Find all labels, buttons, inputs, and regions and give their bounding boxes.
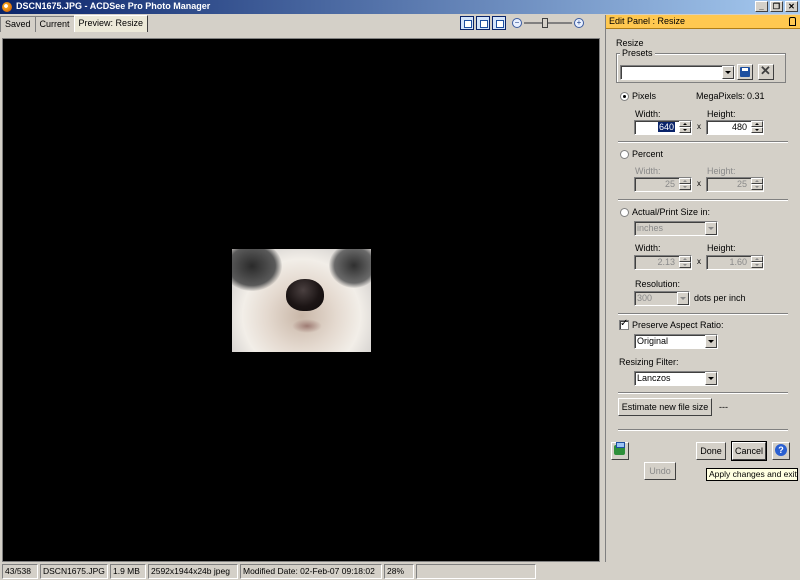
resolution-dropdown[interactable]: 300 xyxy=(634,291,690,306)
chevron-down-icon xyxy=(677,292,689,305)
pixels-height-label: Height: xyxy=(707,109,736,119)
zoom-in-icon[interactable]: + xyxy=(574,18,584,28)
status-bar: 43/538 DSCN1675.JPG 1.9 MB 2592x1944x24b… xyxy=(0,563,800,580)
help-button[interactable]: ? xyxy=(772,442,790,460)
undo-button[interactable]: Undo xyxy=(644,462,676,480)
percent-radio[interactable] xyxy=(620,150,629,159)
megapixels-label: MegaPixels: xyxy=(696,91,746,101)
tab-saved[interactable]: Saved xyxy=(0,16,36,32)
divider xyxy=(618,429,788,431)
divider xyxy=(618,313,788,315)
presets-label: Presets xyxy=(620,48,655,58)
estimate-file-size-button[interactable]: Estimate new file size xyxy=(618,398,712,416)
image-viewer[interactable] xyxy=(2,38,600,562)
divider xyxy=(618,141,788,143)
divider xyxy=(618,199,788,201)
zoom-slider-thumb[interactable] xyxy=(542,18,548,28)
toolbox-icon xyxy=(614,442,625,455)
actual-size-radio[interactable] xyxy=(620,208,629,217)
done-button[interactable]: Done xyxy=(696,442,726,460)
actual-width-label: Width: xyxy=(635,243,661,253)
status-filename: DSCN1675.JPG xyxy=(40,564,108,579)
panel-title: Edit Panel : Resize xyxy=(609,16,686,26)
cancel-button[interactable]: Cancel xyxy=(731,441,767,461)
spin-down-icon xyxy=(679,262,691,268)
zoom-out-icon[interactable]: − xyxy=(512,18,522,28)
percent-height-input[interactable]: 25 xyxy=(706,177,764,192)
status-dimensions: 2592x1944x24b jpeg xyxy=(148,564,238,579)
aspect-ratio-dropdown[interactable]: Original xyxy=(634,334,718,349)
preserve-aspect-checkbox[interactable] xyxy=(619,318,629,330)
help-icon: ? xyxy=(775,444,787,456)
times-sign: x xyxy=(697,179,701,188)
resolution-label: Resolution: xyxy=(635,279,681,289)
view-tabs: Saved Current Preview: Resize xyxy=(0,15,149,32)
pin-icon[interactable] xyxy=(789,17,796,26)
spin-down-icon xyxy=(679,184,691,190)
status-extra xyxy=(416,564,536,579)
chevron-down-icon[interactable] xyxy=(722,66,734,79)
status-modified: Modified Date: 02-Feb-07 09:18:02 xyxy=(240,564,382,579)
percent-width-input[interactable]: 25 xyxy=(634,177,692,192)
spin-down-icon xyxy=(751,262,763,268)
save-icon xyxy=(740,67,750,77)
panel-header: Edit Panel : Resize xyxy=(606,15,800,29)
times-sign: x xyxy=(697,122,701,131)
resizing-filter-dropdown[interactable]: Lanczos xyxy=(634,371,718,386)
chevron-down-icon[interactable] xyxy=(705,372,717,385)
pixels-height-input[interactable]: 480 xyxy=(706,120,764,135)
acdsee-app-icon[interactable] xyxy=(2,2,12,12)
zoom-control: − + xyxy=(512,18,584,28)
unit-dropdown[interactable]: inches xyxy=(634,221,718,236)
tab-current[interactable]: Current xyxy=(34,16,75,32)
status-filesize: 1.9 MB xyxy=(110,564,146,579)
restore-button[interactable]: ❐ xyxy=(770,1,783,12)
resizing-filter-label: Resizing Filter: xyxy=(619,357,679,367)
percent-width-label: Width: xyxy=(635,166,661,176)
actual-size-icon[interactable] xyxy=(460,16,474,30)
spin-down-icon[interactable] xyxy=(751,127,763,133)
actual-size-label: Actual/Print Size in: xyxy=(632,207,711,217)
zoom-slider[interactable] xyxy=(524,18,572,28)
pixels-width-label: Width: xyxy=(635,109,661,119)
spin-down-icon[interactable] xyxy=(679,127,691,133)
tools-button[interactable] xyxy=(611,442,629,460)
close-button[interactable]: ✕ xyxy=(785,1,798,12)
percent-label: Percent xyxy=(632,149,664,159)
actual-height-label: Height: xyxy=(707,243,736,253)
percent-height-label: Height: xyxy=(707,166,736,176)
status-index: 43/538 xyxy=(2,564,38,579)
fit-image-icon[interactable] xyxy=(476,16,490,30)
chevron-down-icon[interactable] xyxy=(705,335,717,348)
preview-photo xyxy=(232,249,371,352)
tooltip: Apply changes and exit xyxy=(706,468,798,481)
pixels-width-input[interactable]: 640 xyxy=(634,120,692,135)
fit-width-icon[interactable] xyxy=(492,16,506,30)
divider xyxy=(618,392,788,394)
spin-down-icon xyxy=(751,184,763,190)
actual-height-input[interactable]: 1.60 xyxy=(706,255,764,270)
delete-icon: ✕ xyxy=(760,63,771,78)
resolution-unit: dots per inch xyxy=(694,293,746,303)
tab-preview-resize[interactable]: Preview: Resize xyxy=(73,15,149,32)
pixels-label: Pixels xyxy=(632,91,657,101)
pixels-radio[interactable] xyxy=(620,92,629,101)
status-zoom: 28% xyxy=(384,564,414,579)
save-preset-button[interactable] xyxy=(737,64,753,80)
window-title: DSCN1675.JPG - ACDSee Pro Photo Manager xyxy=(16,1,211,11)
chevron-down-icon xyxy=(705,222,717,235)
view-toolbar: − + xyxy=(460,16,584,30)
delete-preset-button[interactable]: ✕ xyxy=(758,63,774,80)
preserve-aspect-label: Preserve Aspect Ratio: xyxy=(632,320,724,330)
presets-dropdown[interactable] xyxy=(620,65,735,80)
minimize-button[interactable]: _ xyxy=(755,1,768,12)
estimate-result: --- xyxy=(719,402,728,412)
megapixels-value: 0.31 xyxy=(747,91,765,101)
title-bar: DSCN1675.JPG - ACDSee Pro Photo Manager … xyxy=(0,0,800,14)
actual-width-input[interactable]: 2.13 xyxy=(634,255,692,270)
times-sign: x xyxy=(697,257,701,266)
section-title: Resize xyxy=(616,38,644,48)
